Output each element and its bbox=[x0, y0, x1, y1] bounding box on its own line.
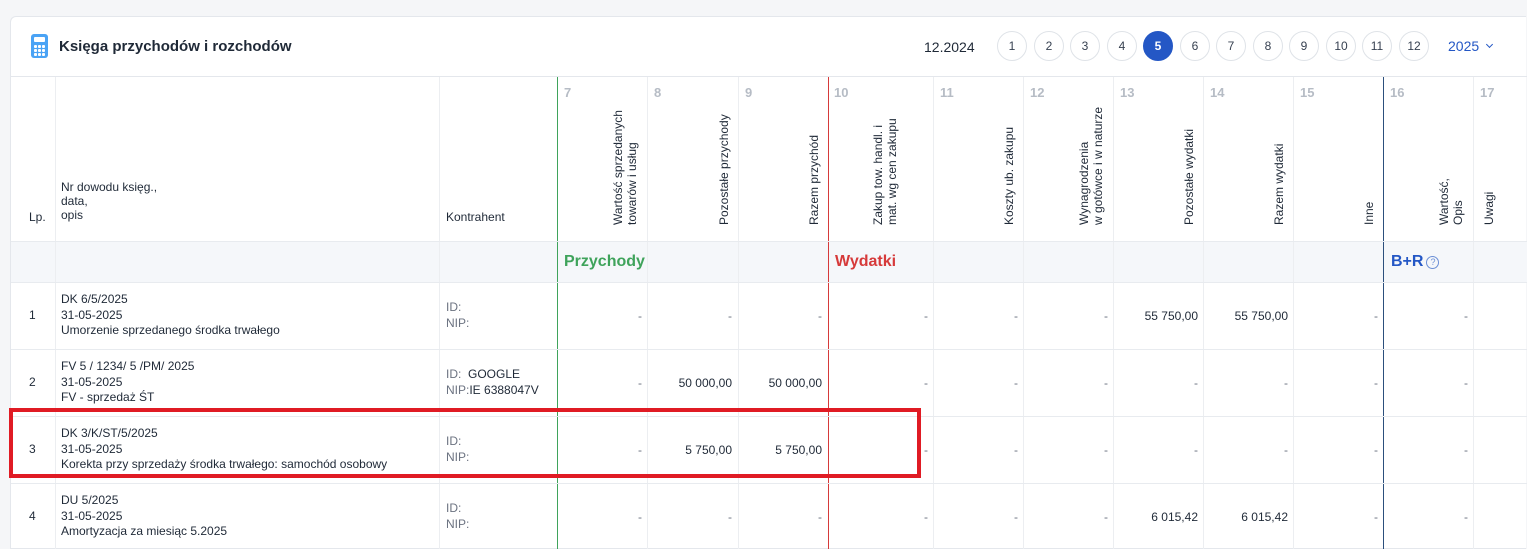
row-2-col-9-value: 50 000,00 bbox=[768, 376, 822, 390]
header-contractor: Kontrahent bbox=[446, 210, 505, 224]
row-2-col-13-value: - bbox=[1194, 376, 1198, 390]
ledger-card: Księga przychodów i rozchodów 12.2024 1 … bbox=[9, 16, 1527, 549]
row-2-doc[interactable]: FV 5 / 1234/ 5 /PM/ 2025 31-05-2025 FV - s… bbox=[61, 359, 194, 406]
column-number-17: 17 bbox=[1480, 85, 1495, 100]
highlight-box bbox=[9, 408, 921, 478]
column-number-12: 12 bbox=[1030, 85, 1045, 100]
month-button-9[interactable]: 9 bbox=[1289, 31, 1319, 61]
row-4-col-7-value: - bbox=[638, 510, 642, 524]
header-col-15: Inne bbox=[1362, 201, 1376, 225]
column-number-10: 10 bbox=[834, 85, 849, 100]
row-1-col-15-value: - bbox=[1374, 309, 1378, 323]
row-4-col-16-value: - bbox=[1464, 510, 1468, 524]
year-value: 2025 bbox=[1448, 38, 1480, 54]
header-col-11: Koszty ub. zakupu bbox=[1002, 126, 1016, 225]
row-3-col-14-value: - bbox=[1284, 443, 1288, 457]
row-4-doc[interactable]: DU 5/2025 31-05-2025 Amortyzacja za miesią… bbox=[61, 493, 227, 540]
column-number-11: 11 bbox=[940, 85, 954, 100]
page-title: Księga przychodów i rozchodów bbox=[59, 38, 292, 55]
header-col-7: Wartość sprzedanych towarów i usług bbox=[611, 110, 639, 225]
header-col-14: Razem wydatki bbox=[1272, 143, 1286, 225]
month-button-1[interactable]: 1 bbox=[997, 31, 1027, 61]
ledger-table: 7 8 9 10 11 12 13 14 15 16 17 Lp. Nr dow… bbox=[9, 77, 1527, 549]
month-button-3[interactable]: 3 bbox=[1070, 31, 1100, 61]
group-band bbox=[11, 241, 1527, 282]
group-br: B+R? bbox=[1391, 253, 1440, 271]
row-1-contractor: ID: NIP: bbox=[446, 300, 470, 330]
column-number-16: 16 bbox=[1390, 85, 1405, 100]
month-button-10[interactable]: 10 bbox=[1326, 31, 1356, 61]
row-1-col-7-value: - bbox=[638, 309, 642, 323]
column-number-13: 13 bbox=[1120, 85, 1135, 100]
row-2-col-12-value: - bbox=[1104, 376, 1108, 390]
row-2-col-11-value: - bbox=[1014, 376, 1018, 390]
row-4-col-11-value: - bbox=[1014, 510, 1018, 524]
row-3-col-11-value: - bbox=[1014, 443, 1018, 457]
header-col-12: Wynagrodzenia w gotówce i w naturze bbox=[1077, 106, 1105, 225]
group-expenses: Wydatki bbox=[835, 253, 897, 270]
row-4-col-14-value: 6 015,42 bbox=[1241, 510, 1288, 524]
previous-period-label[interactable]: 12.2024 bbox=[924, 39, 975, 55]
row-4-col-9-value: - bbox=[818, 510, 822, 524]
header-col-13: Pozostałe wydatki bbox=[1182, 128, 1196, 225]
row-2-col-14-value: - bbox=[1284, 376, 1288, 390]
row-2-col-7-value: - bbox=[638, 376, 642, 390]
row-3-col-12-value: - bbox=[1104, 443, 1108, 457]
row-4-col-8-value: - bbox=[728, 510, 732, 524]
row-2-col-8-value: 50 000,00 bbox=[678, 376, 732, 390]
month-button-7[interactable]: 7 bbox=[1216, 31, 1246, 61]
row-3-col-16-value: - bbox=[1464, 443, 1468, 457]
row-4-lp: 4 bbox=[29, 509, 36, 523]
help-icon[interactable]: ? bbox=[1426, 256, 1440, 269]
header-doc: Nr dowodu księg., data, opis bbox=[61, 180, 158, 222]
column-number-9: 9 bbox=[745, 85, 753, 100]
row-1-col-12-value: - bbox=[1104, 309, 1108, 323]
month-button-8[interactable]: 8 bbox=[1253, 31, 1283, 61]
row-2-lp: 2 bbox=[29, 375, 36, 389]
row-1-col-13-value: 55 750,00 bbox=[1144, 309, 1198, 323]
row-1-col-11-value: - bbox=[1014, 309, 1018, 323]
ledger-header: Księga przychodów i rozchodów 12.2024 1 … bbox=[11, 17, 1527, 77]
chevron-down-icon bbox=[1486, 40, 1494, 49]
row-3-col-15-value: - bbox=[1374, 443, 1378, 457]
month-button-4[interactable]: 4 bbox=[1107, 31, 1137, 61]
header-col-16: Wartość, Opis bbox=[1437, 178, 1465, 225]
month-button-12[interactable]: 12 bbox=[1399, 31, 1429, 61]
row-2-col-10-value: - bbox=[924, 376, 928, 390]
row-2-col-15-value: - bbox=[1374, 376, 1378, 390]
calculator-icon bbox=[31, 34, 48, 58]
header-col-8: Pozostałe przychody bbox=[717, 114, 731, 225]
column-number-14: 14 bbox=[1210, 85, 1225, 100]
row-1-col-10-value: - bbox=[924, 309, 928, 323]
header-col-10: Zakup tow. handl. i mat. wg cen zakupu bbox=[871, 118, 899, 225]
row-1-col-14-value: 55 750,00 bbox=[1234, 309, 1288, 323]
row-2-col-16-value: - bbox=[1464, 376, 1468, 390]
year-dropdown[interactable]: 2025 bbox=[1448, 38, 1494, 54]
row-1-doc[interactable]: DK 6/5/2025 31-05-2025 Umorzenie sprzedane… bbox=[61, 292, 280, 339]
group-income: Przychody bbox=[564, 253, 645, 270]
row-4-col-12-value: - bbox=[1104, 510, 1108, 524]
row-4-contractor: ID: NIP: bbox=[446, 501, 470, 531]
column-number-7: 7 bbox=[564, 85, 572, 100]
row-1-lp: 1 bbox=[29, 308, 36, 322]
header-col-9: Razem przychód bbox=[807, 134, 821, 225]
row-3-col-13-value: - bbox=[1194, 443, 1198, 457]
row-4-col-13-value: 6 015,42 bbox=[1151, 510, 1198, 524]
month-button-11[interactable]: 11 bbox=[1362, 31, 1392, 61]
row-2-contractor: ID: GOOGLE NIP:IE 6388047V bbox=[446, 367, 539, 397]
row-3-col-10-value: - bbox=[924, 443, 928, 457]
header-lp: Lp. bbox=[29, 210, 46, 224]
month-button-5[interactable]: 5 bbox=[1143, 31, 1173, 61]
row-4-col-15-value: - bbox=[1374, 510, 1378, 524]
column-number-15: 15 bbox=[1300, 85, 1315, 100]
column-number-8: 8 bbox=[654, 85, 662, 100]
month-button-6[interactable]: 6 bbox=[1180, 31, 1210, 61]
row-1-col-9-value: - bbox=[818, 309, 822, 323]
row-4-col-10-value: - bbox=[924, 510, 928, 524]
row-1-col-8-value: - bbox=[728, 309, 732, 323]
month-button-2[interactable]: 2 bbox=[1034, 31, 1064, 61]
header-col-17: Uwagi bbox=[1482, 191, 1496, 225]
row-1-col-16-value: - bbox=[1464, 309, 1468, 323]
